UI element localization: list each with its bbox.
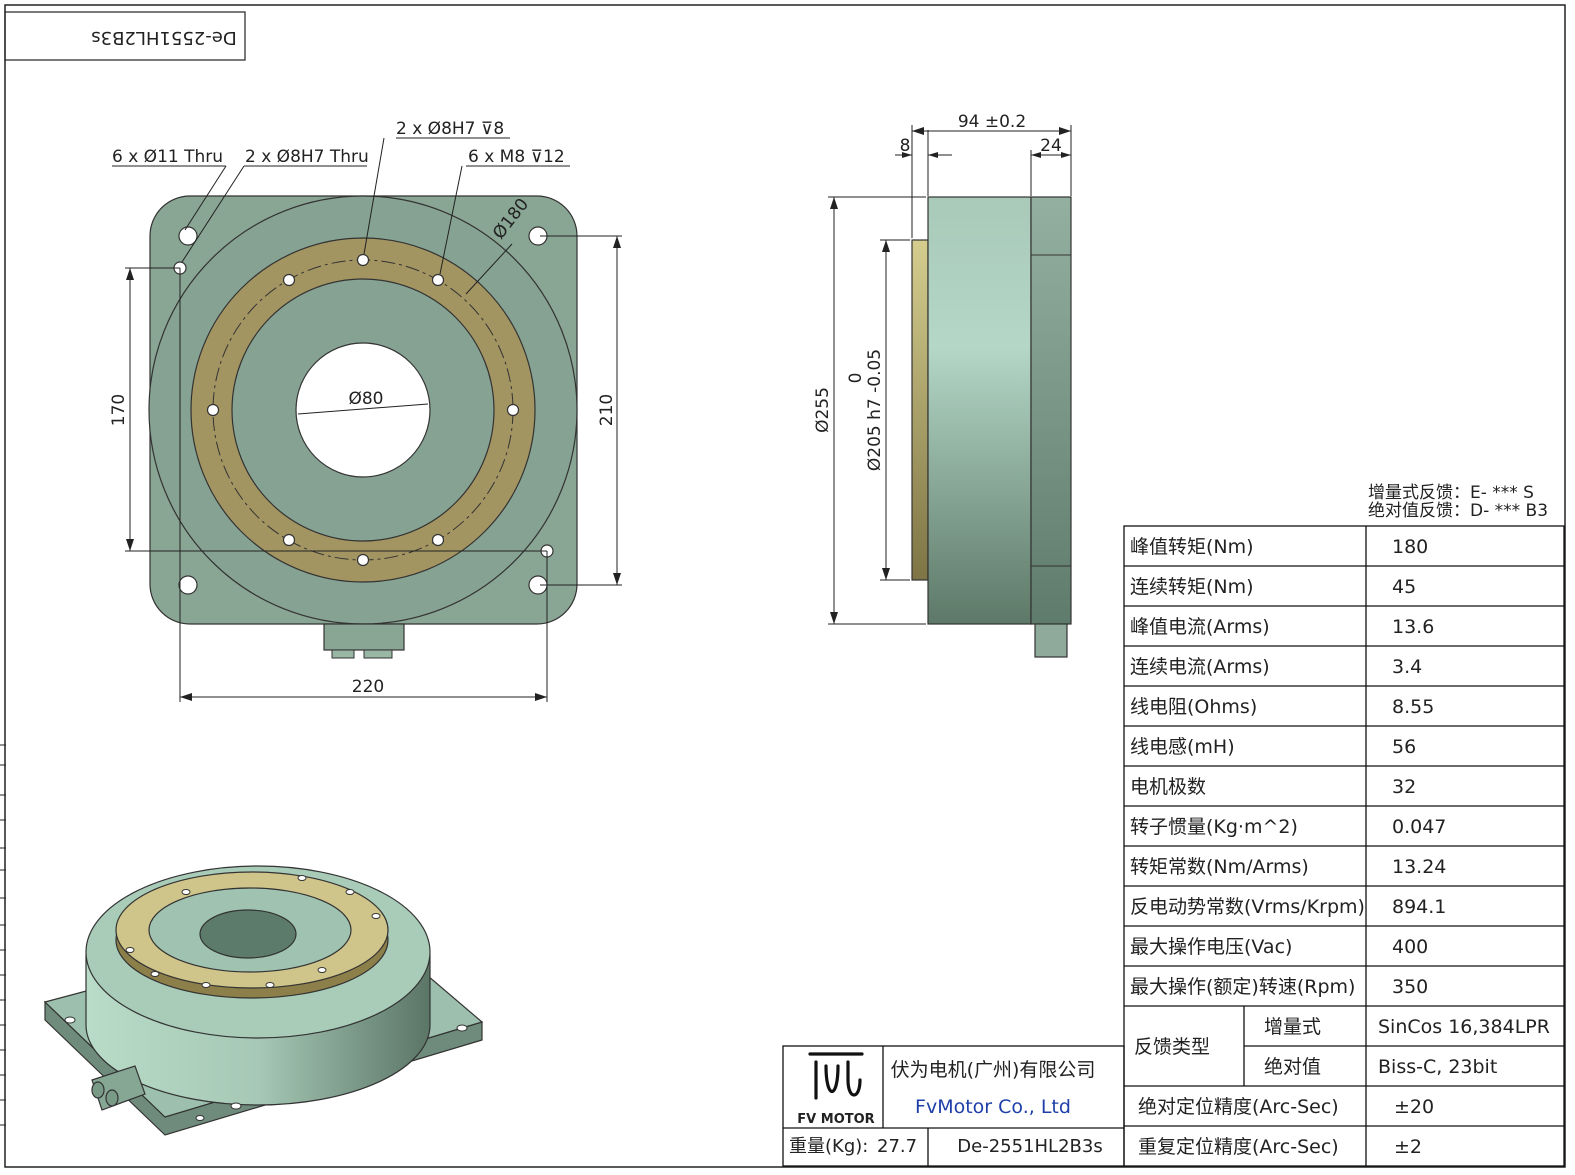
spec-table: 峰值转矩(Nm) 180 连续转矩(Nm) 45 峰值电流(Arms) 13.6 连续电流(… (1123, 525, 1565, 1167)
connector-plug-1 (331, 649, 355, 659)
spec-value: 8.55 (1392, 696, 1434, 718)
spec-value: 3.4 (1392, 656, 1422, 678)
callout-pin-depth: 2 x Ø8H7 ⊽8 (396, 119, 504, 139)
drawing-code-label: De-2551HL2B3s (91, 27, 236, 48)
weight-label: 重量(Kg): (789, 1136, 868, 1157)
rotor-pilot (911, 239, 929, 581)
cable-connector (323, 623, 405, 651)
spec-value: 13.6 (1392, 616, 1434, 638)
callout-threads: 6 x M8 ⊽12 (468, 147, 565, 167)
spec-label: 峰值电流(Arms) (1130, 616, 1270, 638)
spec-label: 转矩常数(Nm/Arms) (1130, 856, 1309, 878)
spec-value: 894.1 (1392, 896, 1446, 918)
dim-255-label: Ø255 (813, 387, 833, 433)
feedback-incremental-label: 增量式 (1264, 1016, 1321, 1038)
spec-value: 180 (1392, 536, 1428, 558)
spec-label: 峰值转矩(Nm) (1130, 536, 1254, 558)
callout-pin-thru: 2 x Ø8H7 Thru (245, 147, 369, 167)
feedback-absolute-value: Biss-C, 23bit (1378, 1056, 1497, 1078)
spec-label: 最大操作(额定)转速(Rpm) (1130, 976, 1355, 998)
dim-220-label: 220 (352, 677, 384, 697)
dim-8-label: 8 (900, 136, 911, 156)
feedback-type-label: 反馈类型 (1134, 1036, 1210, 1058)
spec-value: 400 (1392, 936, 1428, 958)
company-name-cn: 伏为电机(广州)有限公司 (891, 1059, 1096, 1081)
side-view: 94 ±0.2 8 24 Ø255 Ø205 h7 -0.05 0 (813, 112, 1072, 658)
logo-text: FV MOTOR (797, 1112, 874, 1127)
dim-24-label: 24 (1040, 136, 1062, 156)
dim-bore-label: Ø80 (348, 389, 383, 409)
dim-length-label: 94 ±0.2 (958, 112, 1026, 132)
flange (1030, 196, 1072, 625)
spec-value: 350 (1392, 976, 1428, 998)
spec-value: 0.047 (1392, 816, 1446, 838)
accuracy-value: ±20 (1394, 1096, 1434, 1118)
callout-holes-thru: 6 x Ø11 Thru (112, 147, 223, 167)
dim-205-label: Ø205 h7 -0.05 (865, 349, 885, 471)
spec-label: 最大操作电压(Vac) (1130, 936, 1292, 958)
dim-205-upper-label: 0 (846, 373, 866, 384)
motor-drawing-sheet: De-2551HL2B3s 6 x Ø11 Thru 2 x Ø8H7 Thru… (0, 4, 1566, 1168)
top-view: 6 x Ø11 Thru 2 x Ø8H7 Thru 2 x Ø8H7 ⊽8 6… (109, 119, 622, 702)
spec-value: 45 (1392, 576, 1416, 598)
dim-210-label: 210 (597, 394, 617, 426)
feedback-note-line2: 绝对值反馈：D- *** B3 (1368, 501, 1548, 521)
feedback-absolute-label: 绝对值 (1264, 1056, 1321, 1078)
center-bore (295, 342, 431, 478)
spec-label: 转子惯量(Kg·m^2) (1130, 816, 1298, 838)
spec-value: 56 (1392, 736, 1416, 758)
spec-label: 线电感(mH) (1130, 736, 1235, 758)
accuracy-label: 重复定位精度(Arc-Sec) (1138, 1136, 1339, 1158)
iso-connector-plug-2 (105, 1089, 119, 1107)
spec-label: 反电动势常数(Vrms/Krpm) (1130, 896, 1365, 918)
housing-body (927, 196, 1032, 625)
spec-label: 连续电流(Arms) (1130, 656, 1270, 678)
spec-label: 线电阻(Ohms) (1130, 696, 1257, 718)
connector-plug-2 (363, 649, 393, 659)
company-logo (808, 1052, 864, 1100)
spec-label: 连续转矩(Nm) (1130, 576, 1254, 598)
iso-bore (199, 909, 297, 959)
part-number: De-2551HL2B3s (957, 1136, 1102, 1157)
company-name-en: FvMotor Co., Ltd (915, 1096, 1071, 1118)
feedback-incremental-value: SinCos 16,384LPR (1378, 1016, 1550, 1038)
iso-connector-plug-1 (91, 1081, 105, 1099)
spec-value: 13.24 (1392, 856, 1446, 878)
spec-value: 32 (1392, 776, 1416, 798)
isometric-view (43, 865, 484, 1136)
weight-value: 27.7 (877, 1136, 917, 1157)
spec-label: 电机极数 (1130, 776, 1206, 798)
dim-170-label: 170 (109, 394, 129, 426)
accuracy-label: 绝对定位精度(Arc-Sec) (1138, 1096, 1339, 1118)
side-connector (1034, 623, 1068, 658)
accuracy-value: ±2 (1394, 1136, 1422, 1158)
feedback-note-line1: 增量式反馈：E- *** S (1368, 483, 1534, 503)
title-block: FV MOTOR 伏为电机(广州)有限公司 FvMotor Co., Ltd 重… (782, 1045, 1125, 1167)
